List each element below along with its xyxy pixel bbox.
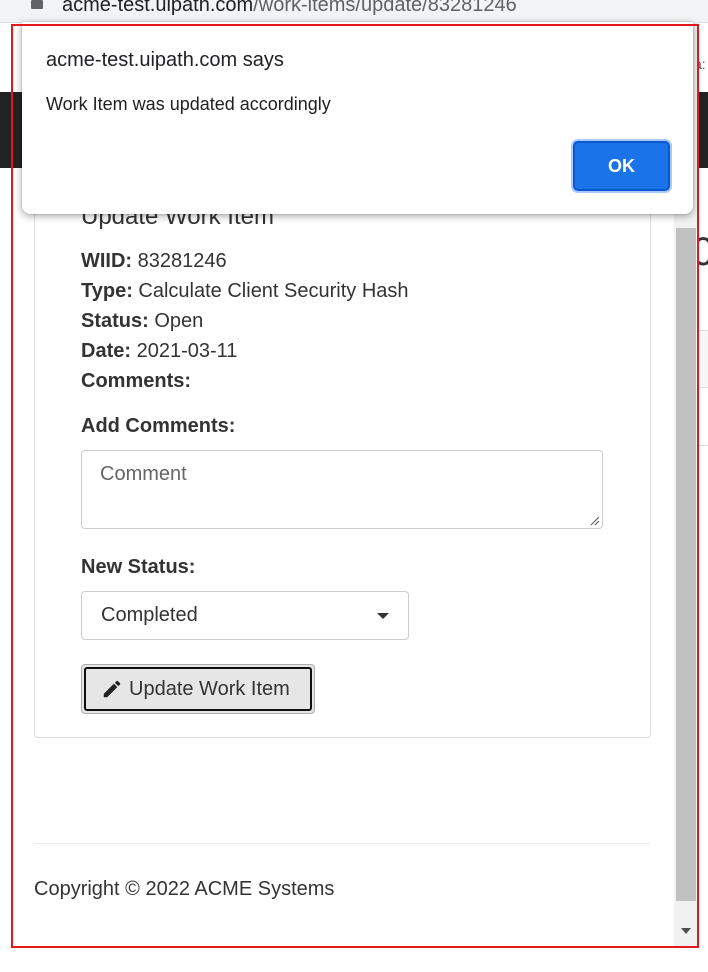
browser-viewport: acme-test.uipath.com/work-items/update/8… bbox=[0, 0, 708, 972]
wiid-label: WIID: bbox=[81, 250, 133, 272]
address-url: acme-test.uipath.com/work-items/update/8… bbox=[62, 0, 517, 17]
alert-dialog: acme-test.uipath.com says Work Item was … bbox=[22, 22, 693, 214]
type-value: Calculate Client Security Hash bbox=[138, 280, 409, 302]
ok-button[interactable]: OK bbox=[573, 141, 670, 191]
wiid-row: WIID: 83281246 bbox=[81, 250, 227, 273]
scrollbar-thumb[interactable] bbox=[676, 228, 696, 901]
wiid-value: 83281246 bbox=[137, 250, 227, 272]
url-path: /work-items/update/83281246 bbox=[253, 0, 517, 16]
url-host: acme-test.uipath.com bbox=[62, 0, 254, 16]
type-label: Type: bbox=[81, 280, 133, 302]
dialog-title: acme-test.uipath.com says bbox=[46, 49, 284, 71]
new-status-selected-value: Completed bbox=[101, 604, 198, 626]
update-button-label: Update Work Item bbox=[129, 677, 290, 700]
address-bar[interactable]: acme-test.uipath.com/work-items/update/8… bbox=[0, 0, 708, 23]
comments-label: Comments: bbox=[81, 370, 192, 392]
new-status-label: New Status: bbox=[81, 556, 196, 578]
new-status-select[interactable]: Completed bbox=[81, 591, 409, 640]
lock-icon bbox=[30, 0, 44, 11]
type-row: Type: Calculate Client Security Hash bbox=[81, 280, 409, 303]
add-comments-label: Add Comments: bbox=[81, 415, 236, 437]
update-work-item-panel: Update Work Item WIID: 83281246 Type: Ca… bbox=[34, 178, 651, 738]
update-button-focus-ring: Update Work Item bbox=[84, 667, 312, 711]
date-label: Date: bbox=[81, 340, 132, 362]
pencil-icon bbox=[103, 680, 121, 698]
status-value: Open bbox=[154, 310, 204, 332]
resize-grip-icon[interactable] bbox=[590, 516, 600, 526]
date-row: Date: 2021-03-11 bbox=[81, 340, 237, 363]
footer-copyright: Copyright © 2022 ACME Systems bbox=[34, 878, 335, 900]
update-work-item-button[interactable]: Update Work Item bbox=[81, 664, 315, 714]
comment-textarea[interactable] bbox=[81, 450, 603, 529]
dialog-message: Work Item was updated accordingly bbox=[46, 94, 331, 114]
date-value: 2021-03-11 bbox=[136, 340, 238, 362]
status-row: Status: Open bbox=[81, 310, 203, 333]
comments-row: Comments: bbox=[81, 370, 191, 393]
chevron-down-icon bbox=[377, 613, 389, 619]
status-label: Status: bbox=[81, 310, 149, 332]
footer-divider bbox=[34, 843, 651, 844]
scroll-down-arrow-icon[interactable] bbox=[681, 928, 691, 934]
